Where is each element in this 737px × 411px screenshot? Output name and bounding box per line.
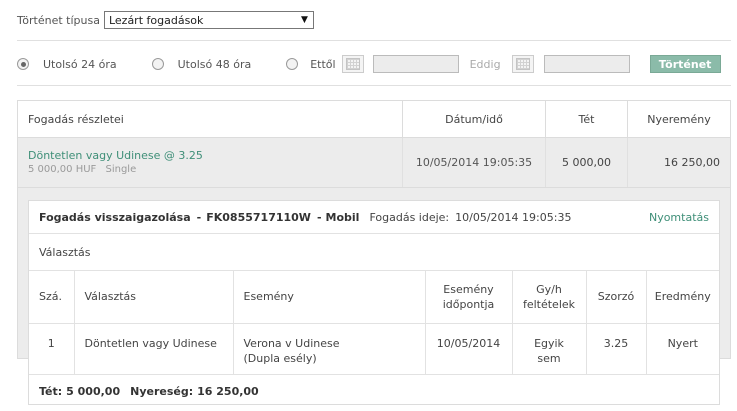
radio-date-range[interactable] bbox=[286, 58, 299, 70]
separator-dash: - bbox=[196, 210, 202, 224]
bet-id: FK0855717110W bbox=[206, 210, 311, 224]
bet-datetime: 10/05/2014 19:05:35 bbox=[403, 138, 546, 187]
history-type-selected: Lezárt fogadások bbox=[108, 13, 204, 27]
col-event: Esemény bbox=[233, 271, 426, 324]
row-odds: 3.25 bbox=[586, 323, 647, 375]
history-type-row: Történet típusa Lezárt fogadások ▼ bbox=[17, 11, 314, 29]
bet-confirmation-box: Fogadás visszaigazolása - FK0855717110W … bbox=[28, 200, 720, 405]
row-terms-line2: sem bbox=[537, 351, 561, 365]
from-calendar-button[interactable] bbox=[341, 55, 364, 73]
separator-dash: - bbox=[316, 210, 322, 224]
total-stake-value: 5 000,00 bbox=[66, 385, 121, 398]
col-event-time-line2: időpontja bbox=[442, 297, 495, 311]
dropdown-arrow-icon: ▼ bbox=[301, 15, 308, 25]
col-selection: Választás bbox=[74, 271, 234, 324]
bet-details: Döntetlen vagy Udinese @ 3.25 5 000,00 H… bbox=[18, 138, 403, 187]
header-bet-details: Fogadás részletei bbox=[18, 101, 403, 137]
col-odds: Szorzó bbox=[586, 271, 647, 324]
print-link[interactable]: Nyomtatás bbox=[649, 211, 709, 224]
history-type-label: Történet típusa bbox=[17, 13, 100, 27]
table-row: 1 Döntetlen vagy Udinese Verona v Udines… bbox=[29, 323, 719, 375]
history-type-select[interactable]: Lezárt fogadások ▼ bbox=[103, 11, 314, 29]
to-label: Eddig bbox=[469, 57, 501, 71]
col-terms-line1: Gy/h bbox=[536, 282, 562, 296]
bet-channel: Mobil bbox=[325, 210, 360, 224]
col-result: Eredmény bbox=[646, 271, 719, 324]
row-event-line2: (Dupla esély) bbox=[243, 351, 317, 365]
selection-heading: Választás bbox=[29, 234, 719, 271]
bets-table: Fogadás részletei Dátum/idő Tét Nyeremén… bbox=[17, 100, 731, 405]
bet-row[interactable]: Döntetlen vagy Udinese @ 3.25 5 000,00 H… bbox=[18, 138, 730, 188]
divider bbox=[17, 40, 731, 41]
to-date-input[interactable] bbox=[543, 55, 630, 73]
bet-name-link[interactable]: Döntetlen vagy Udinese @ 3.25 bbox=[28, 148, 402, 163]
total-winnings-value: 16 250,00 bbox=[197, 385, 259, 398]
confirmation-header: Fogadás visszaigazolása - FK0855717110W … bbox=[29, 201, 719, 234]
col-event-time-line1: Esemény bbox=[443, 282, 494, 296]
calendar-icon bbox=[345, 58, 360, 70]
bets-table-header: Fogadás részletei Dátum/idő Tét Nyeremén… bbox=[18, 101, 730, 138]
to-calendar-button[interactable] bbox=[511, 55, 534, 73]
row-event-line1: Verona v Udinese bbox=[243, 336, 340, 350]
total-stake-label: Tét: bbox=[39, 385, 63, 398]
col-terms: Gy/h feltételek bbox=[512, 271, 587, 324]
header-winnings: Nyeremény bbox=[647, 112, 711, 126]
row-event: Verona v Udinese (Dupla esély) bbox=[233, 323, 426, 375]
col-number: Szá. bbox=[29, 271, 75, 324]
radio-last-24h[interactable] bbox=[17, 58, 29, 70]
header-stake: Tét bbox=[546, 101, 628, 137]
row-terms-line1: Egyik bbox=[534, 336, 564, 350]
from-date-input[interactable] bbox=[372, 55, 459, 73]
row-number: 1 bbox=[29, 323, 75, 375]
history-button[interactable]: Történet bbox=[649, 55, 721, 73]
calendar-icon bbox=[515, 58, 530, 70]
last-48h-label: Utolsó 48 óra bbox=[177, 57, 252, 71]
bet-amount: 5 000,00 HUF bbox=[28, 164, 97, 175]
row-event-date: 10/05/2014 bbox=[425, 323, 513, 375]
bet-time-label: Fogadás ideje: bbox=[369, 210, 450, 224]
bet-time-value: 10/05/2014 19:05:35 bbox=[455, 210, 572, 224]
confirmation-totals: Tét: 5 000,00 Nyereség: 16 250,00 bbox=[29, 375, 719, 409]
selection-table-header: Szá. Választás Esemény Esemény időpontja… bbox=[29, 271, 719, 324]
col-event-time: Esemény időpontja bbox=[425, 271, 513, 324]
bet-stake: 5 000,00 bbox=[546, 138, 628, 187]
bet-confirmation-panel: Fogadás visszaigazolása - FK0855717110W … bbox=[18, 188, 730, 405]
bet-summary: 5 000,00 HUF Single bbox=[28, 163, 402, 177]
confirmation-title: Fogadás visszaigazolása bbox=[39, 210, 191, 224]
header-datetime: Dátum/idő bbox=[403, 101, 546, 137]
date-filter-row: Utolsó 24 óra Utolsó 48 óra Ettől Eddig … bbox=[17, 53, 731, 75]
row-terms: Egyik sem bbox=[512, 323, 587, 375]
col-terms-line2: feltételek bbox=[522, 297, 576, 311]
radio-last-48h[interactable] bbox=[151, 58, 164, 70]
last-24h-label: Utolsó 24 óra bbox=[43, 57, 117, 71]
row-result: Nyert bbox=[646, 323, 719, 375]
divider bbox=[17, 85, 731, 86]
selection-table: Szá. Választás Esemény Esemény időpontja… bbox=[29, 271, 719, 375]
total-winnings-label: Nyereség: bbox=[130, 385, 194, 398]
from-label: Ettől bbox=[310, 57, 336, 71]
bet-winnings: 16 250,00 bbox=[664, 156, 720, 169]
bet-type: Single bbox=[105, 164, 137, 175]
row-selection: Döntetlen vagy Udinese bbox=[74, 323, 234, 375]
